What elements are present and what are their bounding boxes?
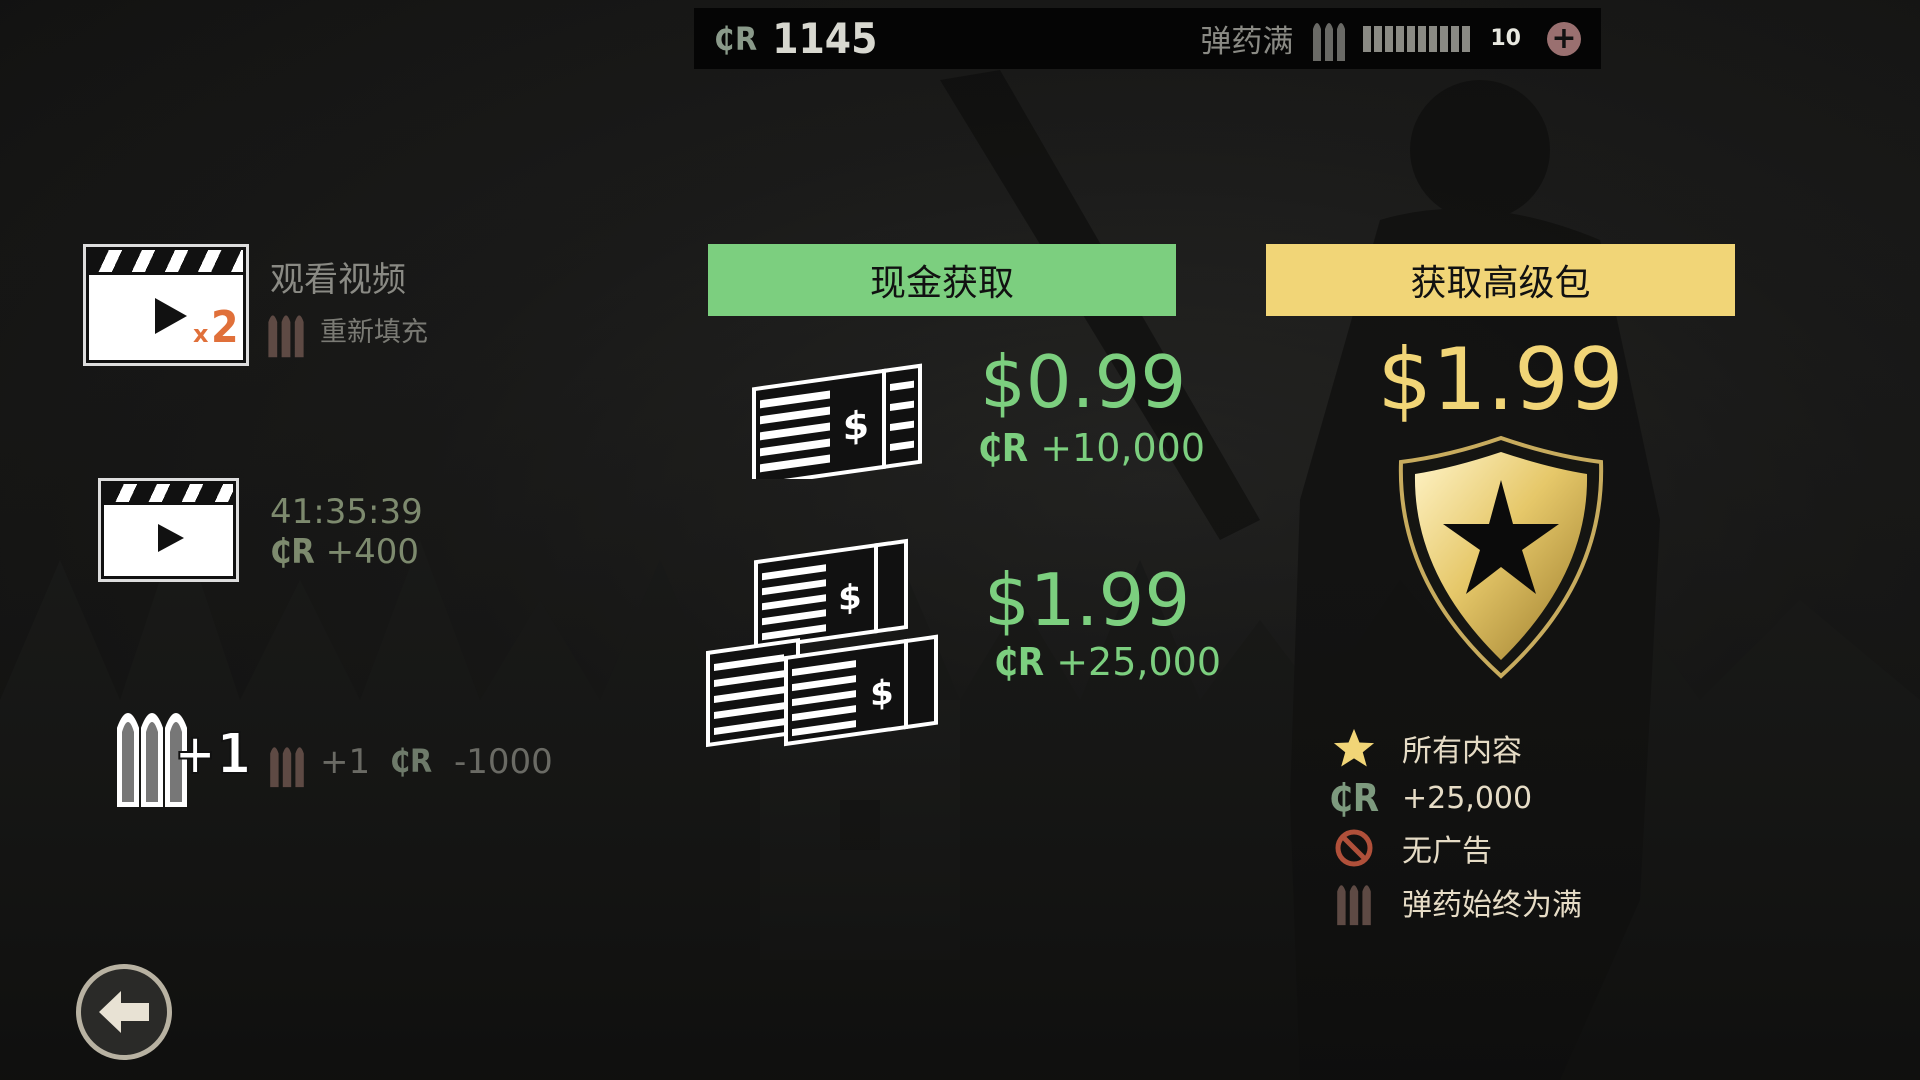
ammo-level-bar (1363, 25, 1471, 52)
refill-label: 重新填充 (320, 317, 428, 348)
credits-icon: ₵R (1328, 776, 1380, 820)
video-cooldown-timer: 41:35:39 (270, 492, 423, 532)
cash-offer-2[interactable]: $ $ $1.99 ₵R +25,000 (700, 530, 1240, 750)
cash-offer-header: 现金获取 (708, 244, 1176, 316)
svg-text:$: $ (838, 576, 862, 619)
ammo-count: 10 (1490, 26, 1521, 51)
clapperboard-icon[interactable]: x 2 (86, 247, 246, 363)
premium-badge-icon[interactable] (1393, 432, 1609, 682)
feature-text: 弹药始终为满 (1402, 888, 1582, 923)
ammo-icon (1337, 885, 1371, 926)
buy-ammo-button[interactable]: +1 (112, 698, 252, 810)
feature-text: 所有内容 (1402, 734, 1522, 769)
no-ads-icon (1335, 829, 1373, 867)
premium-header[interactable]: 获取高级包 (1266, 244, 1735, 316)
premium-feature: 无广告 (1330, 826, 1492, 870)
offer-price: $1.99 (984, 558, 1191, 642)
offer-reward: ₵R +10,000 (978, 426, 1205, 470)
multiplier-x: x (193, 320, 209, 348)
offer-reward: ₵R +25,000 (994, 640, 1221, 684)
clapperboard-icon[interactable] (101, 481, 236, 579)
ammo-icon (268, 315, 304, 358)
reward-amount: +25,000 (1056, 640, 1222, 684)
free-video-reward: ₵R +400 (270, 532, 419, 572)
credits-balance: 1145 (772, 14, 878, 63)
watch-video-title[interactable]: 观看视频 (270, 252, 406, 301)
ammo-status-label: 弹药满 (1200, 24, 1294, 60)
feature-text: 无广告 (1402, 834, 1492, 869)
currency-symbol: ₵R (390, 742, 433, 780)
reward-amount: +10,000 (1040, 426, 1206, 470)
premium-feature: 弹药始终为满 (1330, 876, 1582, 928)
currency-symbol: ₵R (994, 640, 1045, 684)
offer-price: $0.99 (980, 340, 1187, 424)
cash-offer-1[interactable]: $ $0.99 ₵R +10,000 (700, 340, 1240, 490)
back-button[interactable] (76, 964, 172, 1060)
currency-symbol: ₵R (978, 426, 1029, 470)
premium-feature: 所有内容 (1330, 726, 1522, 770)
reward-amount: +400 (325, 532, 420, 572)
svg-text:$: $ (843, 403, 869, 450)
multiplier-number: 2 (211, 302, 239, 353)
ammo-plus-amount: +1 (320, 742, 371, 782)
plus-icon: + (1551, 20, 1577, 56)
add-ammo-button[interactable]: + (1547, 20, 1581, 56)
ammo-icon (1313, 22, 1346, 61)
plus-one-label: +1 (173, 721, 252, 788)
money-stack-icon: $ (752, 363, 922, 479)
currency-symbol: ₵R (714, 19, 759, 58)
ammo-icon (270, 747, 304, 788)
premium-feature: ₵R +25,000 (1328, 776, 1533, 820)
star-icon (1333, 728, 1375, 767)
svg-text:$: $ (870, 672, 894, 715)
feature-text: +25,000 (1402, 780, 1533, 816)
top-status-bar: ₵R 1145 弹药满 10 + (694, 8, 1601, 69)
premium-price: $1.99 (1377, 330, 1624, 430)
money-stacks-icon: $ $ (706, 538, 938, 748)
back-arrow-icon (99, 991, 149, 1033)
ammo-cost: -1000 (454, 742, 553, 782)
currency-symbol: ₵R (270, 532, 315, 572)
